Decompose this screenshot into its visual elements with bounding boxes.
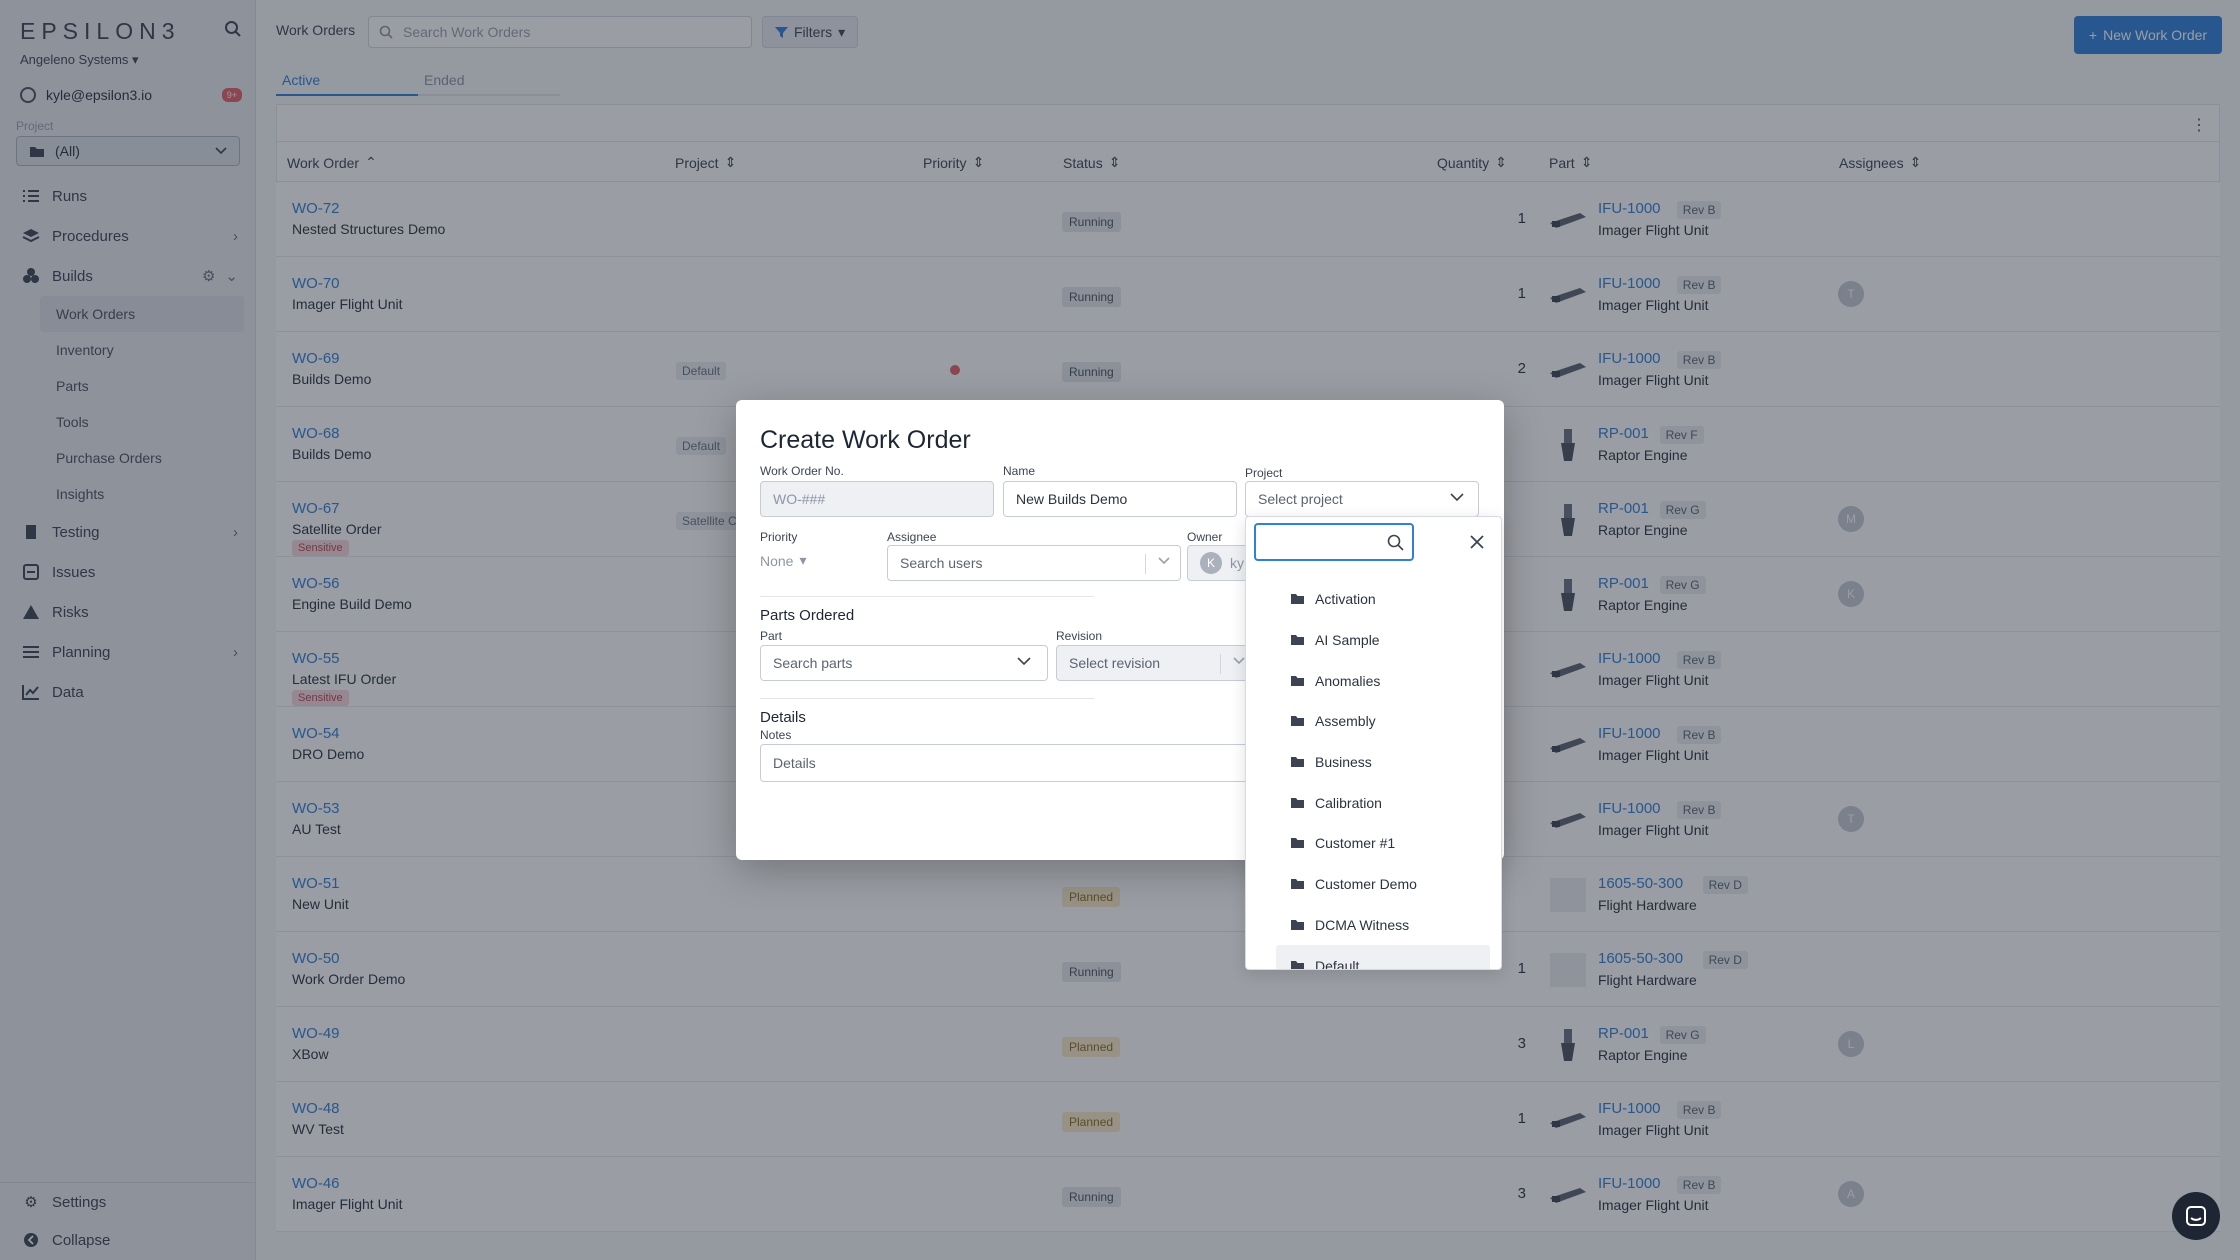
folder-icon bbox=[1290, 960, 1305, 969]
project-option[interactable]: Customer Demo bbox=[1276, 864, 1490, 905]
assignee-label: Assignee bbox=[887, 530, 937, 544]
divider bbox=[760, 596, 1094, 597]
revision-placeholder: Select revision bbox=[1069, 655, 1161, 671]
project-option[interactable]: Assembly bbox=[1276, 701, 1490, 742]
folder-icon bbox=[1290, 593, 1305, 605]
part-label: Part bbox=[760, 629, 783, 643]
chat-icon bbox=[2186, 1206, 2206, 1226]
divider bbox=[760, 698, 1094, 699]
project-option[interactable]: Customer #1 bbox=[1276, 823, 1490, 864]
project-option-label: AI Sample bbox=[1315, 632, 1380, 649]
project-option-label: Assembly bbox=[1315, 713, 1376, 730]
project-options-list: Activation AI Sample Anomalies Assembly Busi… bbox=[1276, 579, 1490, 970]
notes-field[interactable]: Details bbox=[760, 744, 1260, 782]
chevron-down-icon bbox=[1450, 493, 1464, 502]
priority-label: Priority bbox=[760, 530, 798, 544]
name-field[interactable]: New Builds Demo bbox=[1003, 481, 1237, 517]
modal-title: Create Work Order bbox=[760, 426, 971, 454]
project-option-label: Anomalies bbox=[1315, 672, 1381, 689]
project-select[interactable]: Select project bbox=[1245, 481, 1479, 517]
revision-label: Revision bbox=[1056, 629, 1103, 643]
name-value: New Builds Demo bbox=[1016, 491, 1128, 507]
project-placeholder: Select project bbox=[1258, 491, 1343, 507]
project-option[interactable]: Activation bbox=[1276, 579, 1490, 620]
assignee-placeholder: Search users bbox=[900, 555, 983, 571]
owner-avatar: K bbox=[1200, 552, 1222, 574]
folder-icon bbox=[1290, 797, 1305, 809]
chevron-down-icon bbox=[1233, 657, 1245, 665]
project-dropdown-menu: Activation AI Sample Anomalies Assembly Busi… bbox=[1245, 516, 1502, 970]
part-placeholder: Search parts bbox=[773, 655, 853, 671]
divider bbox=[1220, 654, 1221, 674]
project-option[interactable]: Anomalies bbox=[1276, 660, 1490, 701]
project-option[interactable]: Business bbox=[1276, 742, 1490, 783]
project-option-label: Customer Demo bbox=[1315, 876, 1417, 893]
part-select[interactable]: Search parts bbox=[760, 645, 1048, 681]
parts-ordered-heading: Parts Ordered bbox=[760, 607, 855, 624]
owner-label: Owner bbox=[1187, 530, 1223, 544]
owner-value: ky bbox=[1230, 555, 1244, 571]
folder-icon bbox=[1290, 715, 1305, 727]
assignee-select[interactable]: Search users bbox=[887, 545, 1181, 581]
project-option-label: Calibration bbox=[1315, 794, 1382, 811]
folder-icon bbox=[1290, 878, 1305, 890]
priority-value: None bbox=[760, 552, 794, 569]
project-option[interactable]: DCMA Witness bbox=[1276, 905, 1490, 946]
notes-label: Notes bbox=[760, 728, 792, 742]
project-option[interactable]: Calibration bbox=[1276, 782, 1490, 823]
divider bbox=[1145, 554, 1146, 574]
chevron-down-icon bbox=[1158, 557, 1170, 565]
wo-number-placeholder: WO-### bbox=[773, 491, 826, 507]
name-label: Name bbox=[1003, 464, 1036, 478]
revision-select[interactable]: Select revision bbox=[1056, 645, 1256, 681]
project-label: Project bbox=[1245, 466, 1283, 480]
project-option-label: Default bbox=[1315, 957, 1360, 970]
project-option-label: Activation bbox=[1315, 591, 1376, 608]
wo-number-label: Work Order No. bbox=[760, 464, 844, 478]
folder-icon bbox=[1290, 919, 1305, 931]
chat-launcher-button[interactable] bbox=[2172, 1192, 2220, 1240]
wo-number-field[interactable]: WO-### bbox=[760, 481, 994, 517]
project-option-label: Business bbox=[1315, 754, 1372, 771]
folder-icon bbox=[1290, 837, 1305, 849]
close-icon[interactable] bbox=[1468, 533, 1486, 551]
search-icon bbox=[1387, 534, 1404, 551]
project-option-label: Customer #1 bbox=[1315, 835, 1396, 852]
project-option[interactable]: AI Sample bbox=[1276, 620, 1490, 661]
caret-down-icon: ▾ bbox=[799, 552, 807, 568]
project-search-input[interactable] bbox=[1254, 523, 1414, 561]
folder-icon bbox=[1290, 675, 1305, 687]
project-option-label: DCMA Witness bbox=[1315, 916, 1410, 933]
folder-icon bbox=[1290, 634, 1305, 646]
project-option[interactable]: Default bbox=[1276, 945, 1490, 970]
folder-icon bbox=[1290, 756, 1305, 768]
details-heading: Details bbox=[760, 709, 806, 726]
priority-select[interactable]: None ▾ bbox=[760, 552, 807, 569]
chevron-down-icon bbox=[1017, 657, 1031, 666]
notes-placeholder: Details bbox=[773, 755, 816, 771]
